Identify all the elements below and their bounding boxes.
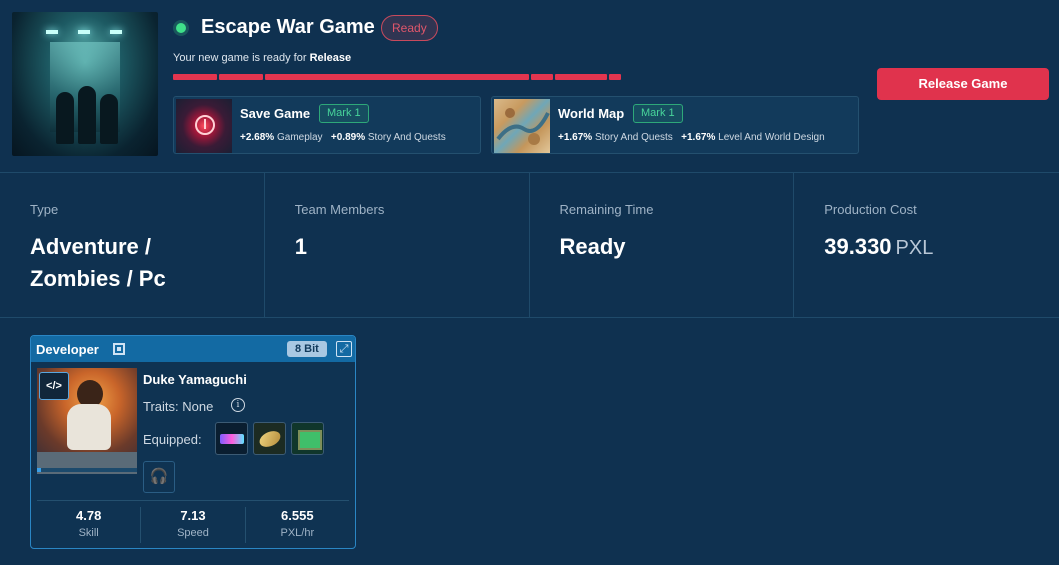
- release-game-button[interactable]: Release Game: [877, 68, 1049, 100]
- stat-skill: 4.78 Skill: [37, 507, 142, 543]
- developer-divider: [37, 500, 349, 501]
- developer-traits: Traits: None: [143, 399, 214, 414]
- remaining-time-label: Remaining Time: [559, 202, 654, 217]
- team-members-label: Team Members: [294, 202, 385, 217]
- info-icon[interactable]: i: [231, 398, 245, 412]
- subtitle-prefix: Your new game is ready for: [173, 52, 307, 64]
- type-value: Adventure / Zombies / Pc: [30, 234, 166, 291]
- stat-pxl-per-hour: 6.555 PXL/hr: [280, 508, 315, 539]
- info-production-cost: Production Cost 39.330 PXL: [794, 173, 1059, 317]
- game-subtitle: Your new game is ready for Release: [173, 52, 351, 64]
- code-role-icon: </>: [39, 372, 69, 400]
- keyboard-icon[interactable]: [215, 422, 248, 455]
- mouse-icon[interactable]: [253, 422, 286, 455]
- world-map-thumbnail: [494, 99, 550, 153]
- feature-stats: +1.67% Story And Quests +1.67% Level And…: [558, 132, 825, 143]
- equipped-label: Equipped:: [143, 432, 202, 447]
- feature-stats: +2.68% Gameplay +0.89% Story And Quests: [240, 132, 446, 143]
- feature-card-save-game[interactable]: Save Game Mark 1 +2.68% Gameplay +0.89% …: [173, 96, 481, 154]
- game-info-row: Type Adventure / Zombies / Pc Team Membe…: [0, 172, 1059, 318]
- feature-name: World Map: [558, 106, 625, 121]
- expand-icon[interactable]: ⤢: [336, 341, 352, 357]
- status-badge: Ready: [381, 15, 438, 41]
- feature-card-world-map[interactable]: World Map Mark 1 +1.67% Story And Quests…: [491, 96, 859, 154]
- bit-badge: 8 Bit: [287, 341, 327, 357]
- feature-name: Save Game: [240, 106, 311, 121]
- status-indicator-dot: [176, 23, 186, 33]
- info-type: Type Adventure / Zombies / Pc: [0, 173, 265, 317]
- developer-stats: 4.78 Skill 7.13 Speed 6.555 PXL/hr: [37, 507, 349, 543]
- remaining-time-value: Ready: [559, 234, 626, 259]
- game-cover-image: [12, 12, 158, 156]
- monitor-icon[interactable]: [291, 422, 324, 455]
- feature-mark-badge: Mark 1: [633, 104, 683, 123]
- info-team-members: Team Members 1: [265, 173, 530, 317]
- subtitle-stage: Release: [309, 52, 352, 64]
- developer-name: Duke Yamaguchi: [143, 372, 247, 387]
- game-title: Escape War Game: [201, 16, 375, 38]
- feature-mark-badge: Mark 1: [319, 104, 369, 123]
- save-game-thumbnail: [176, 99, 232, 153]
- progress-bar: [173, 74, 621, 80]
- developer-card-header: Developer 8 Bit ⤢: [31, 336, 355, 362]
- team-members-value: 1: [294, 234, 307, 259]
- developer-card-title: Developer: [36, 342, 99, 357]
- type-label: Type: [30, 202, 59, 217]
- info-remaining-time: Remaining Time Ready: [530, 173, 795, 317]
- developer-level-bar: [37, 468, 137, 472]
- qr-code-icon[interactable]: [113, 343, 125, 355]
- production-cost-value: 39.330 PXL: [824, 234, 934, 259]
- production-cost-label: Production Cost: [824, 202, 917, 217]
- developer-card[interactable]: Developer 8 Bit ⤢ </> Duke Yamaguchi Tra…: [30, 335, 356, 549]
- headset-icon[interactable]: 🎧: [143, 461, 175, 493]
- stat-speed: 7.13 Speed: [141, 507, 246, 543]
